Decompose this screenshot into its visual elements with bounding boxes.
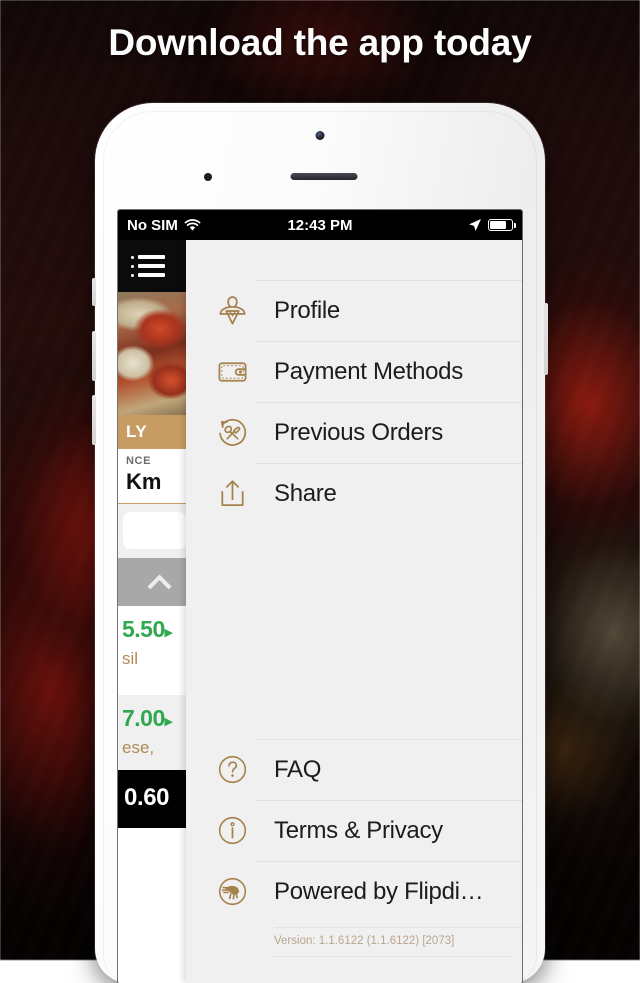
drawer-item-terms-privacy[interactable]: Terms & Privacy bbox=[186, 800, 522, 861]
drawer-item-row: Powered by Flipdi… bbox=[256, 861, 522, 922]
drawer-top-padding bbox=[186, 240, 522, 280]
list-spacer bbox=[118, 681, 186, 695]
drawer-item-powered-by-flipdish[interactable]: Powered by Flipdi… bbox=[186, 861, 522, 922]
info-icon bbox=[208, 814, 256, 847]
previous-orders-icon bbox=[208, 416, 256, 449]
distance-value: Km bbox=[126, 469, 186, 495]
promo-headline: Download the app today bbox=[0, 22, 640, 64]
location-arrow-icon bbox=[468, 218, 482, 232]
drawer-item-row: Previous Orders bbox=[256, 402, 522, 463]
hamburger-row bbox=[131, 255, 165, 259]
drawer-item-row: FAQ bbox=[256, 739, 522, 800]
search-input[interactable] bbox=[123, 512, 186, 549]
drawer-item-profile[interactable]: Profile bbox=[186, 280, 522, 341]
underlying-app-content: LY NCE Km 5.50▸ sil bbox=[118, 240, 186, 983]
drawer-item-row: Share bbox=[256, 463, 522, 524]
battery-fill bbox=[490, 221, 506, 229]
price-arrow-icon: ▸ bbox=[165, 624, 172, 641]
drawer-item-row: Payment Methods bbox=[256, 341, 522, 402]
search-area bbox=[118, 504, 186, 558]
drawer-item-label: Terms & Privacy bbox=[274, 817, 443, 845]
app-navigation-bar bbox=[118, 240, 186, 292]
hamburger-row bbox=[131, 273, 165, 277]
item-price: 7.00▸ bbox=[122, 705, 186, 732]
drawer-secondary-group: FAQ Terms & Privacy bbox=[186, 739, 522, 922]
menu-list-item[interactable]: 7.00▸ ese, bbox=[118, 695, 186, 770]
hamburger-bar bbox=[138, 273, 165, 277]
drawer-item-label: Profile bbox=[274, 297, 340, 325]
hamburger-menu-icon[interactable] bbox=[131, 255, 165, 279]
chevron-up-icon bbox=[147, 574, 171, 598]
phone-silent-switch bbox=[92, 278, 96, 306]
flipdish-logo-icon bbox=[208, 875, 256, 908]
phone-screen: No SIM 12:43 PM bbox=[118, 210, 522, 983]
share-icon bbox=[208, 477, 256, 510]
carrier-label: No SIM bbox=[127, 217, 178, 234]
item-price: 5.50▸ bbox=[122, 616, 186, 643]
hamburger-bar bbox=[138, 264, 165, 268]
drawer-bottom-padding bbox=[186, 957, 522, 983]
hamburger-dot bbox=[131, 274, 134, 277]
hamburger-dot bbox=[131, 265, 134, 268]
drawer-item-label: Previous Orders bbox=[274, 419, 443, 447]
question-mark-icon bbox=[208, 753, 256, 786]
drawer-item-row: Profile bbox=[256, 280, 522, 341]
hamburger-row bbox=[131, 264, 165, 268]
drawer-item-label: Share bbox=[274, 480, 337, 508]
phone-volume-up-button bbox=[92, 331, 96, 381]
wallet-icon bbox=[208, 355, 256, 388]
restaurant-hero-photo bbox=[118, 292, 186, 415]
front-camera bbox=[316, 131, 325, 140]
status-bar-left: No SIM bbox=[127, 217, 201, 234]
distance-block: NCE Km bbox=[118, 449, 186, 504]
drawer-item-faq[interactable]: FAQ bbox=[186, 739, 522, 800]
side-drawer-menu: Profile Payment Methods bbox=[186, 240, 522, 983]
drawer-item-share[interactable]: Share bbox=[186, 463, 522, 524]
collapse-section-button[interactable] bbox=[118, 558, 186, 606]
drawer-spacer bbox=[186, 524, 522, 739]
status-bar-right bbox=[468, 218, 513, 232]
status-bar: No SIM 12:43 PM bbox=[118, 210, 522, 240]
distance-label: NCE bbox=[126, 455, 186, 467]
drawer-item-label: FAQ bbox=[274, 756, 321, 784]
drawer-item-previous-orders[interactable]: Previous Orders bbox=[186, 402, 522, 463]
phone-mockup: No SIM 12:43 PM bbox=[95, 103, 545, 983]
drawer-item-payment-methods[interactable]: Payment Methods bbox=[186, 341, 522, 402]
phone-volume-down-button bbox=[92, 395, 96, 445]
drawer-item-row: Terms & Privacy bbox=[256, 800, 522, 861]
earpiece-speaker bbox=[291, 173, 358, 180]
hamburger-bar bbox=[138, 255, 165, 259]
cart-total-bar[interactable]: 0.60 bbox=[118, 770, 186, 828]
proximity-sensor bbox=[204, 173, 212, 181]
menu-list-item[interactable]: 5.50▸ sil bbox=[118, 606, 186, 681]
item-description: sil bbox=[122, 649, 186, 669]
item-description: ese, bbox=[122, 738, 186, 758]
battery-icon bbox=[488, 219, 513, 231]
screen-body: LY NCE Km 5.50▸ sil bbox=[118, 240, 522, 983]
version-row: Version: 1.1.6122 (1.1.6122) [2073] bbox=[186, 922, 522, 956]
profile-icon bbox=[208, 294, 256, 327]
drawer-item-label: Powered by Flipdi… bbox=[274, 878, 483, 906]
phone-power-button bbox=[544, 303, 548, 375]
price-arrow-icon: ▸ bbox=[165, 713, 172, 730]
version-label: Version: 1.1.6122 (1.1.6122) [2073] bbox=[274, 927, 522, 947]
status-ribbon: LY bbox=[118, 415, 186, 449]
drawer-item-label: Payment Methods bbox=[274, 358, 463, 386]
wifi-icon bbox=[184, 219, 201, 232]
hamburger-dot bbox=[131, 256, 134, 259]
